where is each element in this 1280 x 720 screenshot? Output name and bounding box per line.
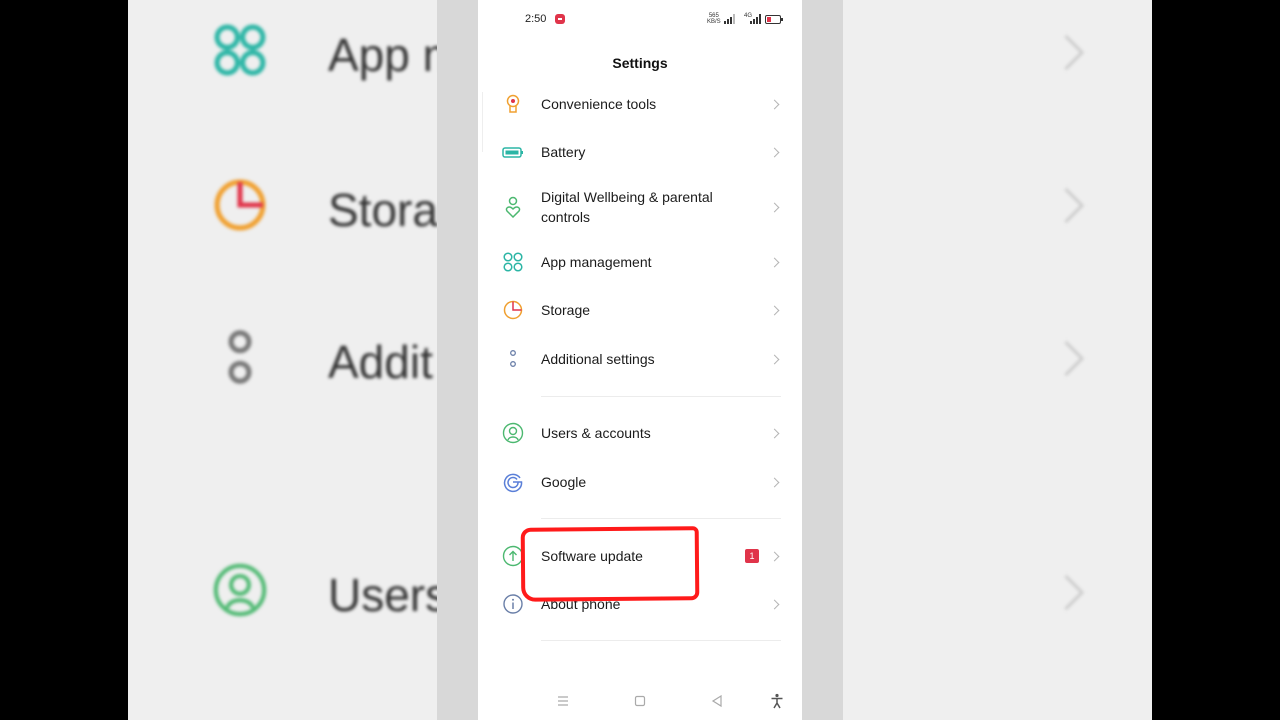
storage-pie-icon — [503, 300, 523, 320]
chevron-right-icon — [769, 477, 780, 488]
phone-screen: 2:50 565 KB/S 4G Settings Convenience to… — [478, 0, 802, 720]
dots-icon — [510, 350, 516, 367]
settings-item-label: App management — [541, 254, 652, 270]
chevron-right-icon — [1048, 574, 1085, 611]
backdrop-shade-left — [437, 0, 478, 720]
settings-item-label: Convenience tools — [541, 96, 657, 112]
chevron-right-icon — [1048, 34, 1085, 71]
backdrop-right — [802, 0, 1152, 720]
chevron-right-icon — [769, 147, 780, 158]
settings-item-label: Battery — [541, 144, 586, 160]
update-arrow-icon — [502, 545, 524, 567]
settings-item-label: Digital Wellbeing & parental controls — [541, 189, 713, 225]
status-bar: 2:50 565 KB/S 4G — [478, 0, 802, 40]
signal-icon — [750, 14, 761, 24]
chevron-right-icon — [769, 99, 780, 110]
section-divider — [541, 518, 781, 519]
user-icon — [213, 563, 267, 617]
section-divider — [541, 396, 781, 397]
settings-item-label: Google — [541, 474, 587, 490]
settings-item-storage[interactable]: Storage — [478, 286, 802, 334]
app-grid-icon — [503, 252, 523, 272]
navigation-bar — [478, 685, 802, 720]
settings-item-software-update[interactable]: Software update 1 — [478, 532, 802, 580]
settings-item-convenience-tools[interactable]: Convenience tools — [478, 80, 802, 128]
notification-badge: 1 — [745, 549, 759, 563]
backdrop-row-additional: Addit — [128, 307, 478, 427]
settings-item-battery[interactable]: Battery — [478, 128, 802, 176]
screen-record-icon — [555, 14, 565, 24]
settings-item-label: Additional settings — [541, 351, 655, 367]
home-icon[interactable] — [632, 693, 648, 709]
backdrop-left: App m Stora Addit Users — [128, 0, 478, 720]
settings-item-label: Storage — [541, 302, 591, 318]
chevron-right-icon — [769, 354, 780, 365]
app-grid-icon — [214, 24, 266, 76]
network-speed: 565 KB/S — [707, 13, 721, 25]
settings-item-about-phone[interactable]: About phone — [478, 580, 802, 628]
google-icon — [503, 473, 523, 493]
storage-pie-icon — [214, 179, 266, 231]
signal-icon — [724, 14, 735, 24]
chevron-right-icon — [769, 305, 780, 316]
user-icon — [502, 422, 524, 444]
settings-item-label: Software update — [541, 548, 643, 564]
hand-pointer-icon — [506, 94, 520, 113]
backdrop-label: Stora — [328, 184, 438, 236]
network-speed-unit: KB/S — [707, 19, 721, 25]
settings-item-google[interactable]: Google — [478, 458, 802, 506]
chevron-right-icon — [1048, 340, 1085, 377]
backdrop-label: Addit — [328, 336, 433, 388]
dots-icon — [228, 330, 252, 384]
backdrop-left-edge — [0, 0, 128, 720]
chevron-right-icon — [769, 202, 780, 213]
accessibility-icon[interactable] — [769, 693, 785, 709]
status-time: 2:50 — [525, 13, 547, 25]
chevron-right-icon — [769, 551, 780, 562]
backdrop-row-app: App m — [128, 0, 478, 120]
settings-item-digital-wellbeing[interactable]: Digital Wellbeing & parental controls — [478, 180, 802, 236]
backdrop-label: Users — [328, 569, 449, 621]
back-icon[interactable] — [709, 693, 725, 709]
battery-icon — [502, 147, 523, 158]
chevron-right-icon — [769, 599, 780, 610]
backdrop-row-storage: Stora — [128, 155, 478, 275]
settings-item-additional-settings[interactable]: Additional settings — [478, 335, 802, 383]
menu-icon[interactable] — [555, 693, 571, 709]
settings-item-label: Users & accounts — [541, 425, 651, 441]
backdrop-row-users: Users — [128, 540, 478, 660]
settings-item-label: About phone — [541, 596, 621, 612]
chevron-right-icon — [769, 428, 780, 439]
page-title: Settings — [612, 55, 668, 71]
section-divider — [541, 640, 781, 641]
chevron-right-icon — [769, 257, 780, 268]
backdrop-right-edge — [1152, 0, 1280, 720]
info-icon — [503, 594, 523, 614]
wellbeing-icon — [505, 196, 521, 218]
chevron-right-icon — [1048, 187, 1085, 224]
settings-item-app-management[interactable]: App management — [478, 238, 802, 286]
backdrop-shade-right — [802, 0, 843, 720]
battery-status-icon — [765, 15, 783, 24]
settings-item-users-accounts[interactable]: Users & accounts — [478, 409, 802, 457]
